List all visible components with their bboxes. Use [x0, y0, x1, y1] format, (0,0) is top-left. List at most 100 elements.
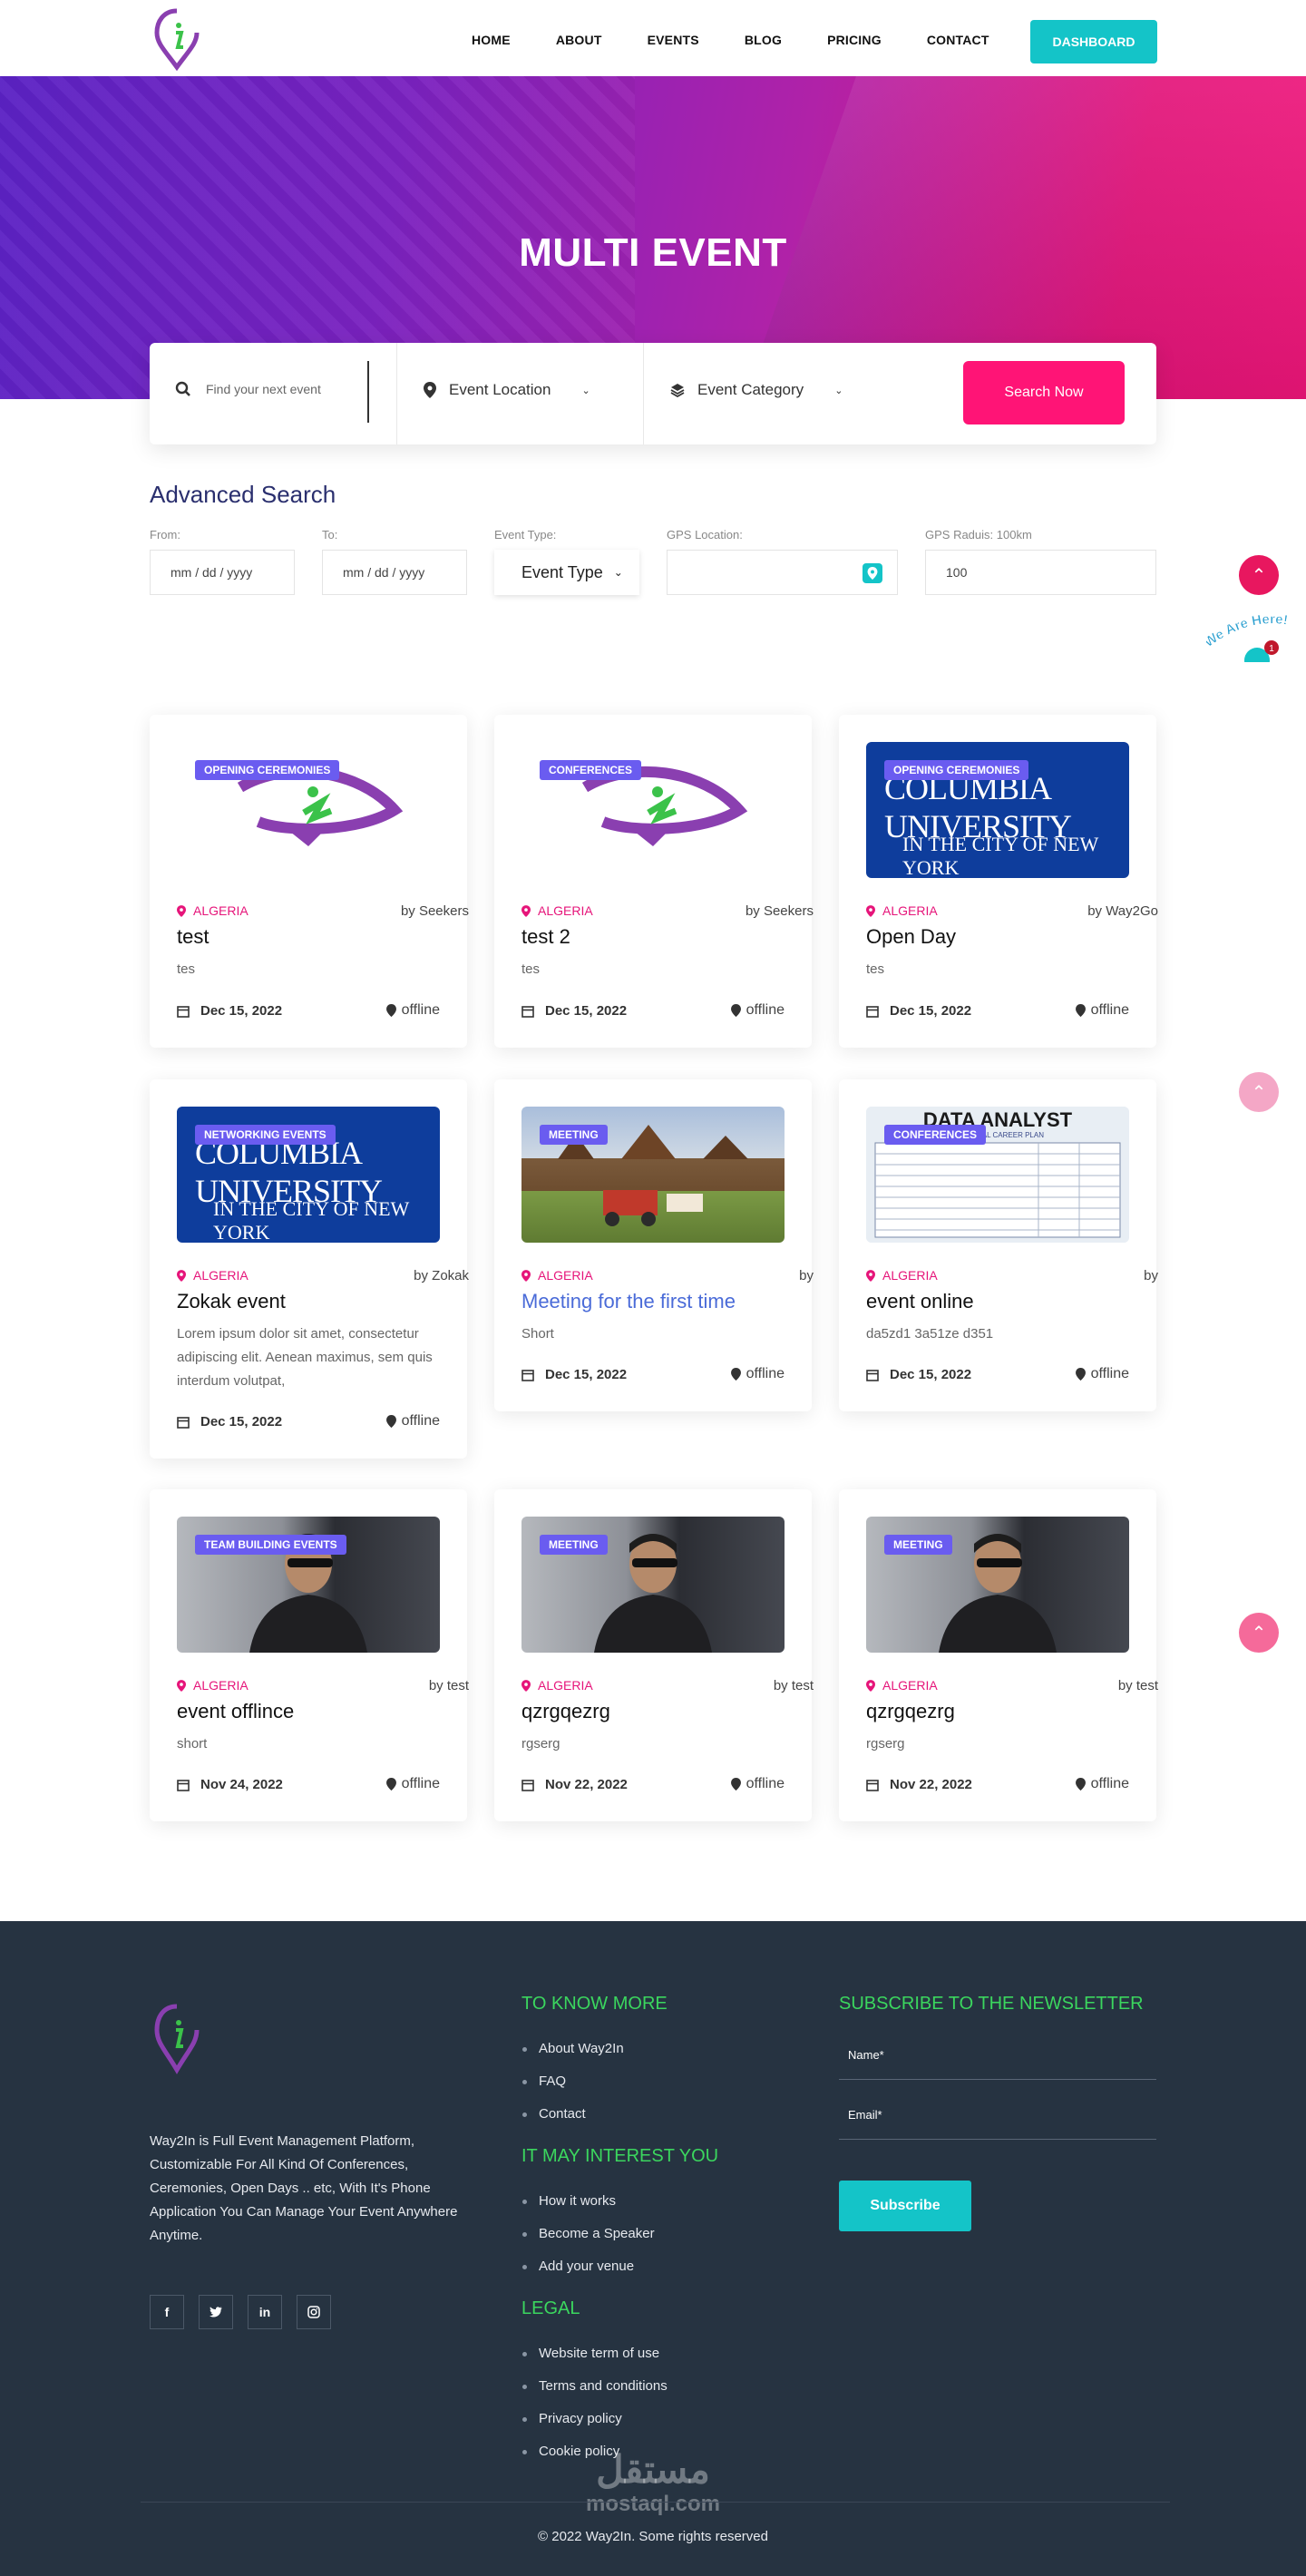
footer-link-privacy[interactable]: Privacy policy	[522, 2411, 622, 2426]
we-are-here-badge: We Are Here! 1	[1201, 611, 1289, 673]
map-pin-icon	[385, 1415, 396, 1428]
event-card[interactable]: DATA ANALYST PERSONAL CAREER PLAN CONFER…	[839, 1079, 1158, 1411]
map-pin-icon	[521, 904, 531, 917]
category-badge[interactable]: MEETING	[540, 1535, 608, 1555]
watermark-url: mostaql.com	[585, 2492, 721, 2516]
site-footer: Way2In is Full Event Management Platform…	[0, 1921, 1306, 2576]
event-location-select[interactable]: Event Location ⌄	[424, 381, 590, 399]
category-badge[interactable]: OPENING CEREMONIES	[884, 760, 1029, 780]
map-pin-icon	[1075, 1368, 1086, 1381]
footer-link-faq[interactable]: FAQ	[521, 2073, 566, 2089]
search-input[interactable]: Find your next event	[175, 381, 321, 397]
category-badge[interactable]: CONFERENCES	[540, 760, 642, 780]
event-organizer: by Seekers	[400, 903, 469, 919]
event-date-text: Dec 15, 2022	[890, 1003, 972, 1019]
event-date: Dec 15, 2022	[521, 1003, 627, 1019]
event-location-text: ALGERIA	[193, 1268, 249, 1283]
calendar-icon	[866, 1779, 879, 1791]
category-badge[interactable]: TEAM BUILDING EVENTS	[195, 1535, 346, 1555]
scroll-up-button[interactable]: ⌃	[1239, 1613, 1279, 1653]
nav-home[interactable]: HOME	[472, 33, 511, 47]
event-location-text: ALGERIA	[882, 903, 938, 918]
nav-events[interactable]: EVENTS	[648, 33, 699, 47]
email-field-underline	[839, 2139, 1156, 2140]
footer-link-become-speaker[interactable]: Become a Speaker	[522, 2226, 655, 2241]
nav-pricing[interactable]: PRICING	[827, 33, 882, 47]
event-title[interactable]: Zokak event	[177, 1290, 286, 1313]
event-description: Short	[521, 1326, 554, 1342]
from-date-input[interactable]: mm / dd / yyyy	[150, 550, 295, 595]
from-label: From:	[150, 528, 180, 542]
footer-link-about[interactable]: About Way2In	[522, 2041, 624, 2056]
calendar-icon	[177, 1005, 190, 1018]
category-badge[interactable]: MEETING	[884, 1535, 952, 1555]
divider	[643, 343, 644, 444]
event-card[interactable]: COLUMBIA UNIVERSITY IN THE CITY OF NEW Y…	[839, 715, 1158, 1048]
event-title[interactable]: test 2	[521, 925, 570, 949]
event-card[interactable]: MEETING ALGERIA by Meeting for the first…	[494, 1079, 814, 1411]
category-badge[interactable]: OPENING CEREMONIES	[195, 760, 340, 780]
event-type-select[interactable]: Event Type ⌄	[494, 550, 639, 595]
footer-link-how-it-works[interactable]: How it works	[521, 2193, 616, 2209]
event-title[interactable]: test	[177, 925, 209, 949]
gps-location-input[interactable]	[667, 550, 898, 595]
search-now-button[interactable]: Search Now	[963, 361, 1125, 424]
facebook-icon[interactable]: f	[150, 2295, 184, 2329]
event-location: ALGERIA	[521, 903, 593, 918]
know-more-heading: TO KNOW MORE	[521, 1994, 668, 2014]
instagram-icon[interactable]	[297, 2295, 331, 2329]
gps-pin-icon[interactable]	[863, 563, 882, 583]
event-description: tes	[177, 961, 196, 977]
category-badge[interactable]: CONFERENCES	[884, 1125, 987, 1145]
nav-contact[interactable]: CONTACT	[927, 33, 989, 47]
twitter-icon[interactable]	[199, 2295, 233, 2329]
event-card[interactable]: MEETING ALGERIA by test qzrgqezrg rgserg…	[494, 1489, 814, 1821]
category-badge[interactable]: NETWORKING EVENTS	[195, 1125, 336, 1145]
category-badge[interactable]: MEETING	[540, 1125, 608, 1145]
event-card[interactable]: CONFERENCES ALGERIA by Seekers test 2 te…	[494, 715, 814, 1048]
event-organizer: by	[799, 1268, 814, 1283]
event-title[interactable]: Open Day	[866, 925, 956, 949]
watermark-arabic: مستقل	[596, 2448, 710, 2491]
chat-widget[interactable]: We Are Here! 1	[1201, 608, 1306, 673]
gps-radius-input[interactable]: 100	[925, 550, 1156, 595]
event-title[interactable]: event online	[866, 1290, 974, 1313]
event-card[interactable]: COLUMBIA UNIVERSITY IN THE CITY OF NEW Y…	[150, 1079, 469, 1459]
event-category-select[interactable]: Event Category ⌄	[670, 381, 843, 399]
nav-blog[interactable]: BLOG	[745, 33, 782, 47]
dashboard-button[interactable]: DASHBOARD	[1030, 20, 1157, 63]
name-field-underline	[839, 2079, 1156, 2080]
event-mode: offline	[1075, 1366, 1129, 1382]
to-date-input[interactable]: mm / dd / yyyy	[322, 550, 467, 595]
footer-link-contact[interactable]: Contact	[522, 2106, 586, 2122]
scroll-up-button[interactable]: ⌃	[1239, 555, 1279, 595]
way2in-logo[interactable]	[154, 7, 200, 71]
subscribe-button[interactable]: Subscribe	[839, 2181, 971, 2231]
event-title[interactable]: qzrgqezrg	[866, 1700, 955, 1723]
event-date-text: Dec 15, 2022	[200, 1003, 283, 1019]
event-date: Dec 15, 2022	[866, 1003, 971, 1019]
event-card[interactable]: OPENING CEREMONIES ALGERIA by Seekers te…	[150, 715, 469, 1048]
columbia-line2: IN THE CITY OF NEW YORK	[902, 833, 1098, 878]
event-location-text: ALGERIA	[882, 1268, 938, 1283]
event-mode: offline	[385, 1413, 440, 1429]
footer-link-terms-conditions[interactable]: Terms and conditions	[522, 2378, 668, 2394]
email-field[interactable]: Email*	[848, 2108, 882, 2122]
nav-about[interactable]: ABOUT	[556, 33, 602, 47]
linkedin-icon[interactable]: in	[248, 2295, 282, 2329]
event-title[interactable]: qzrgqezrg	[521, 1700, 610, 1723]
event-mode: offline	[730, 1776, 785, 1792]
event-title[interactable]: event offlince	[177, 1700, 294, 1723]
name-field[interactable]: Name*	[848, 2048, 884, 2062]
event-card[interactable]: TEAM BUILDING EVENTS ALGERIA by test eve…	[150, 1489, 469, 1821]
event-title[interactable]: Meeting for the first time	[521, 1290, 736, 1313]
footer-link-terms-of-use[interactable]: Website term of use	[521, 2346, 659, 2361]
hero-title: MULTI EVENT	[519, 230, 787, 275]
map-pin-icon	[866, 904, 875, 917]
footer-link-add-venue[interactable]: Add your venue	[521, 2259, 634, 2274]
event-card[interactable]: MEETING ALGERIA by test qzrgqezrg rgserg…	[839, 1489, 1158, 1821]
scroll-up-button[interactable]: ⌃	[1239, 1072, 1279, 1112]
columbia-line2: IN THE CITY OF NEW YORK	[213, 1197, 409, 1243]
way2in-logo[interactable]	[154, 2003, 200, 2075]
divider	[396, 343, 397, 444]
